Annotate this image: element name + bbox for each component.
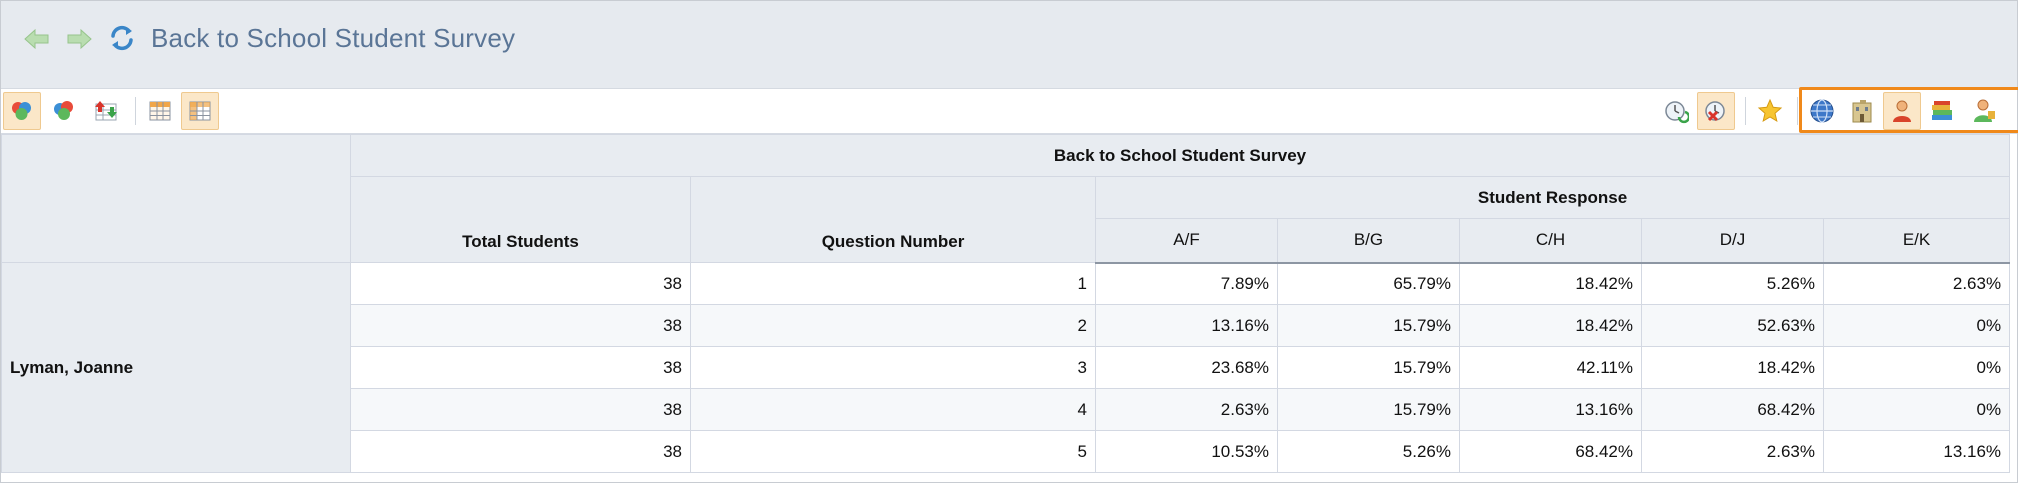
cell-response-ch: 42.11%: [1459, 346, 1642, 389]
cell-total-students: 38: [350, 388, 691, 431]
cell-response-af: 2.63%: [1095, 388, 1278, 431]
cell-response-ch: 18.42%: [1459, 304, 1642, 347]
star-icon[interactable]: [1751, 92, 1789, 130]
cell-response-ek: 0%: [1822, 304, 2011, 347]
cell-response-dj: 68.42%: [1641, 388, 1824, 431]
circles-group-alt-icon[interactable]: [45, 92, 83, 130]
header-corner: [1, 134, 351, 263]
cell-response-bg: 15.79%: [1277, 388, 1460, 431]
cell-total-students: 38: [350, 430, 691, 473]
teacher-icon[interactable]: [1965, 92, 2003, 130]
cell-response-ek: 0%: [1822, 346, 2011, 389]
cell-response-ch: 68.42%: [1459, 430, 1642, 473]
cell-response-dj: 18.42%: [1641, 346, 1824, 389]
arrow-right-icon[interactable]: [65, 25, 93, 53]
circles-group-icon[interactable]: [3, 92, 41, 130]
column-header-total-students[interactable]: Total Students: [350, 176, 691, 263]
books-icon[interactable]: [1923, 92, 1961, 130]
refresh-icon[interactable]: [107, 23, 137, 53]
cell-response-af: 10.53%: [1095, 430, 1278, 473]
cell-question-number: 5: [690, 430, 1096, 473]
cell-total-students: 38: [350, 262, 691, 305]
cell-question-number: 4: [690, 388, 1096, 431]
cell-response-bg: 15.79%: [1277, 304, 1460, 347]
cell-question-number: 2: [690, 304, 1096, 347]
cell-response-bg: 5.26%: [1277, 430, 1460, 473]
cell-response-ch: 13.16%: [1459, 388, 1642, 431]
globe-icon[interactable]: [1803, 92, 1841, 130]
grid-table-highlight-icon[interactable]: [181, 92, 219, 130]
toolbar-separator: [1797, 97, 1798, 125]
column-header-question-number[interactable]: Question Number: [690, 176, 1096, 263]
cell-response-af: 7.89%: [1095, 262, 1278, 305]
cell-response-ek: 2.63%: [1822, 262, 2011, 305]
column-header-response-af[interactable]: A/F: [1095, 218, 1278, 264]
cell-response-bg: 65.79%: [1277, 262, 1460, 305]
cell-response-ek: 13.16%: [1822, 430, 2011, 473]
cell-response-af: 23.68%: [1095, 346, 1278, 389]
survey-results-table: Back to School Student Survey Total Stud…: [1, 134, 2011, 473]
cell-response-bg: 15.79%: [1277, 346, 1460, 389]
table-row: Lyman, Joanne 38 1 7.89% 65.79% 18.42% 5…: [1, 262, 2011, 473]
cell-response-ek: 0%: [1822, 388, 2011, 431]
report-window: Back to School Student Survey Back to Sc…: [0, 0, 2018, 483]
person-icon[interactable]: [1883, 92, 1921, 130]
title-bar: Back to School Student Survey: [1, 1, 2017, 89]
toolbar-separator: [135, 97, 136, 125]
column-header-response-ek[interactable]: E/K: [1822, 218, 2011, 264]
export-arrows-icon[interactable]: [87, 92, 125, 130]
cell-response-dj: 5.26%: [1641, 262, 1824, 305]
row-group-label: Lyman, Joanne: [1, 262, 351, 473]
cell-question-number: 3: [690, 346, 1096, 389]
table-title: Back to School Student Survey: [349, 134, 2011, 177]
column-header-response-dj[interactable]: D/J: [1641, 218, 1824, 264]
toolbar: [1, 89, 2017, 134]
cell-question-number: 1: [690, 262, 1096, 305]
grid-table-icon[interactable]: [141, 92, 179, 130]
arrow-left-icon[interactable]: [23, 25, 51, 53]
toolbar-separator: [1745, 97, 1746, 125]
column-header-response-ch[interactable]: C/H: [1459, 218, 1642, 264]
cell-response-dj: 52.63%: [1641, 304, 1824, 347]
column-header-response-bg[interactable]: B/G: [1277, 218, 1460, 264]
cell-response-af: 13.16%: [1095, 304, 1278, 347]
cell-response-ch: 18.42%: [1459, 262, 1642, 305]
school-building-icon[interactable]: [1843, 92, 1881, 130]
clock-cancel-icon[interactable]: [1697, 92, 1735, 130]
page-title: Back to School Student Survey: [151, 23, 516, 53]
column-header-student-response: Student Response: [1094, 176, 2011, 219]
cell-response-dj: 2.63%: [1641, 430, 1824, 473]
clock-refresh-icon[interactable]: [1657, 92, 1695, 130]
cell-total-students: 38: [350, 304, 691, 347]
cell-total-students: 38: [350, 346, 691, 389]
